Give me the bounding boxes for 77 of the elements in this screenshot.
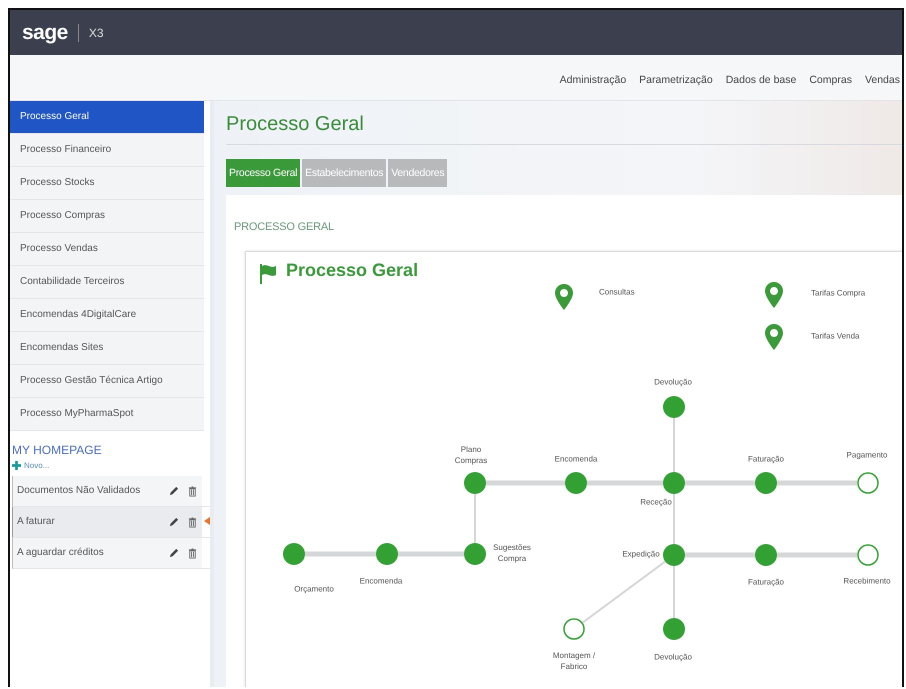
homepage-item[interactable]: A aguardar créditos <box>17 544 160 562</box>
connector-line <box>685 480 755 486</box>
trash-icon[interactable] <box>187 517 198 528</box>
connector-line <box>474 494 476 543</box>
product-name: X3 <box>88 26 104 40</box>
node-label: Faturação <box>746 454 786 464</box>
pencil-icon[interactable] <box>168 548 179 559</box>
node-label: Encomenda <box>554 454 598 464</box>
node-label: Expedição <box>621 548 661 560</box>
diagram-title: Processo Geral <box>286 260 418 281</box>
map-pin-icon[interactable] <box>765 282 783 308</box>
menu-item[interactable]: Administração <box>560 74 626 86</box>
sidebar-item[interactable]: Processo Compras <box>10 200 204 233</box>
sidebar-item[interactable]: Processo Vendas <box>10 233 204 266</box>
pencil-icon[interactable] <box>168 486 179 497</box>
menu-item[interactable]: Compras <box>809 74 852 86</box>
caret-icon <box>204 517 210 525</box>
process-node[interactable] <box>857 544 879 566</box>
process-node[interactable] <box>857 472 879 494</box>
connector-line <box>673 418 675 472</box>
plus-icon <box>12 461 21 470</box>
process-node[interactable] <box>755 544 777 566</box>
node-label: Recebimento <box>842 576 892 586</box>
process-node[interactable] <box>663 544 685 566</box>
new-link[interactable]: Novo... <box>10 459 210 476</box>
trash-icon[interactable] <box>187 486 198 497</box>
node-label: Faturação <box>746 576 786 588</box>
process-node[interactable] <box>376 543 398 565</box>
connector-line <box>398 552 464 556</box>
sidebar-item[interactable]: Processo Financeiro <box>10 134 204 167</box>
sidebar-item[interactable]: Processo Stocks <box>10 167 204 200</box>
menu-item[interactable]: Vendas <box>864 74 900 86</box>
sidebar-item[interactable]: Processo Gestão Técnica Artigo <box>10 365 204 398</box>
process-node[interactable] <box>464 543 486 565</box>
process-node[interactable] <box>563 618 585 640</box>
flag-icon <box>259 264 277 284</box>
connector-line <box>305 552 376 556</box>
node-label: Pagamento <box>846 450 888 460</box>
menu-item[interactable]: Dados de base <box>726 74 796 86</box>
process-node[interactable] <box>283 543 305 565</box>
node-label: Devolução <box>653 652 693 662</box>
map-pin-icon[interactable] <box>555 284 573 310</box>
trash-icon[interactable] <box>187 548 198 559</box>
process-node[interactable] <box>663 396 685 418</box>
node-label: Orçamento <box>293 584 335 594</box>
section-title: PROCESSO GERAL <box>234 221 335 233</box>
node-label: Receção <box>639 496 673 508</box>
process-node[interactable] <box>755 472 777 494</box>
sidebar-item[interactable]: Encomendas 4DigitalCare <box>10 299 204 332</box>
sidebar-item[interactable]: Encomendas Sites <box>10 332 204 365</box>
process-node[interactable] <box>663 618 685 640</box>
sidebar-item[interactable]: Processo MyPharmaSpot <box>10 398 204 431</box>
connector-line <box>673 494 675 544</box>
shortcut-link[interactable]: Tarifas Venda <box>811 332 860 340</box>
node-label: Encomenda <box>358 576 404 586</box>
map-pin-icon[interactable] <box>765 324 783 350</box>
node-label: Plano Compras <box>454 444 488 466</box>
page-title: Processo Geral <box>226 101 902 145</box>
connector-line <box>673 566 675 618</box>
homepage-item[interactable]: A faturar <box>17 513 160 531</box>
node-label: Montagem / Fabrico <box>552 650 596 672</box>
menu-item[interactable]: Parametrização <box>639 74 713 86</box>
pencil-icon[interactable] <box>168 517 179 528</box>
shortcut-link[interactable]: Tarifas Compra <box>811 288 866 298</box>
sidebar-item[interactable]: Contabilidade Terceiros <box>10 266 204 299</box>
process-node[interactable] <box>464 472 486 494</box>
sidebar-item[interactable]: Processo Geral <box>10 101 204 134</box>
node-label: Sugestões Compra <box>492 542 532 564</box>
connector-line <box>685 552 755 558</box>
homepage-item[interactable]: Documentos Não Validados <box>17 482 160 500</box>
node-label: Devolução <box>653 376 693 388</box>
tab[interactable]: Processo Geral <box>226 159 300 187</box>
logo: sage <box>22 20 68 44</box>
process-node[interactable] <box>663 472 685 494</box>
section-heading: MY HOMEPAGE <box>11 442 103 459</box>
shortcut-link[interactable]: Consultas <box>599 288 635 296</box>
process-node[interactable] <box>565 472 587 494</box>
